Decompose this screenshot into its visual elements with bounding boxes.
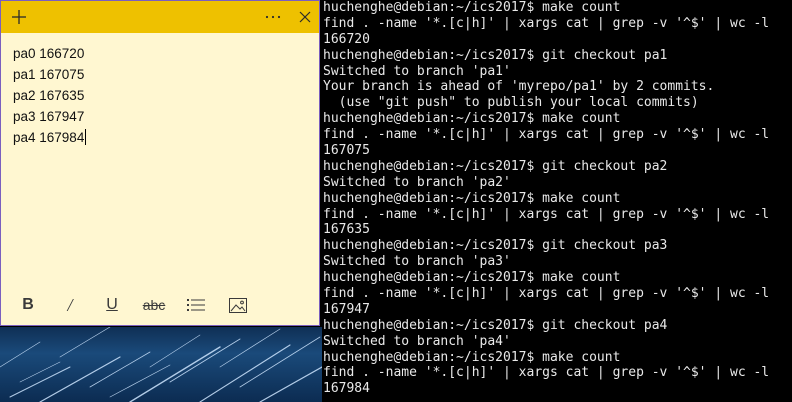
format-toolbar: B / U abc	[1, 285, 319, 325]
terminal-line: huchenghe@debian:~/ics2017$ make count	[323, 190, 621, 206]
note-line: pa0 166720	[13, 46, 85, 61]
note-line-text: pa4 167984	[13, 130, 85, 145]
terminal-line: find . -name '*.[c|h]' | xargs cat | gre…	[323, 206, 770, 222]
note-line-last: pa4 167984	[13, 127, 307, 148]
terminal-line: find . -name '*.[c|h]' | xargs cat | gre…	[323, 286, 770, 302]
terminal-line: 166720	[323, 31, 370, 47]
terminal-line: 167984	[323, 381, 370, 397]
terminal-line: huchenghe@debian:~/ics2017$ git checkout…	[323, 317, 668, 333]
terminal-output: huchenghe@debian:~/ics2017$ make count f…	[323, 0, 769, 397]
close-icon	[299, 11, 311, 23]
sticky-note-window: pa0 166720 pa1 167075 pa2 167635 pa3 167…	[0, 0, 320, 326]
terminal-line: Your branch is ahead of 'myrepo/pa1' by …	[323, 79, 715, 95]
terminal-line: huchenghe@debian:~/ics2017$ git checkout…	[323, 238, 668, 254]
note-line: pa1 167075	[13, 67, 85, 82]
terminal-line: Switched to branch 'pa4'	[323, 333, 511, 349]
plus-icon	[12, 10, 26, 24]
text-caret	[85, 129, 87, 145]
terminal-line: Switched to branch 'pa2'	[323, 174, 511, 190]
note-line: pa2 167635	[13, 88, 85, 103]
terminal-line: 167635	[323, 222, 370, 238]
sticky-note-header[interactable]	[1, 1, 319, 33]
terminal-line: (use "git push" to publish your local co…	[323, 95, 699, 111]
terminal-line: 167947	[323, 301, 370, 317]
bullet-list-button[interactable]	[175, 288, 217, 322]
terminal-line: find . -name '*.[c|h]' | xargs cat | gre…	[323, 15, 770, 31]
terminal-line: Switched to branch 'pa3'	[323, 254, 511, 270]
terminal-line: find . -name '*.[c|h]' | xargs cat | gre…	[323, 127, 770, 143]
note-line: pa3 167947	[13, 109, 85, 124]
terminal-line: huchenghe@debian:~/ics2017$ make count	[323, 111, 621, 127]
underline-button[interactable]: U	[91, 288, 133, 322]
close-button[interactable]	[289, 1, 321, 33]
note-editor[interactable]: pa0 166720 pa1 167075 pa2 167635 pa3 167…	[13, 43, 307, 277]
terminal-line: 167075	[323, 143, 370, 159]
terminal-line: huchenghe@debian:~/ics2017$ git checkout…	[323, 47, 668, 63]
more-icon	[265, 15, 281, 19]
terminal-line: find . -name '*.[c|h]' | xargs cat | gre…	[323, 365, 770, 381]
terminal-line: Switched to branch 'pa1'	[323, 63, 511, 79]
bold-button[interactable]: B	[7, 288, 49, 322]
image-icon	[229, 297, 247, 313]
new-note-button[interactable]	[3, 1, 35, 33]
terminal-line: huchenghe@debian:~/ics2017$ make count	[323, 270, 621, 286]
desktop-wallpaper	[0, 327, 322, 402]
insert-image-button[interactable]	[217, 288, 259, 322]
terminal-window[interactable]: huchenghe@debian:~/ics2017$ make count f…	[322, 0, 792, 402]
terminal-line: huchenghe@debian:~/ics2017$ make count	[323, 0, 621, 15]
strikethrough-button[interactable]: abc	[133, 288, 175, 322]
terminal-line: huchenghe@debian:~/ics2017$ git checkout…	[323, 158, 668, 174]
wallpaper-streaks	[0, 327, 322, 402]
bullet-list-icon	[187, 299, 205, 311]
menu-button[interactable]	[257, 1, 289, 33]
terminal-line: huchenghe@debian:~/ics2017$ make count	[323, 349, 621, 365]
italic-button[interactable]: /	[49, 288, 91, 322]
